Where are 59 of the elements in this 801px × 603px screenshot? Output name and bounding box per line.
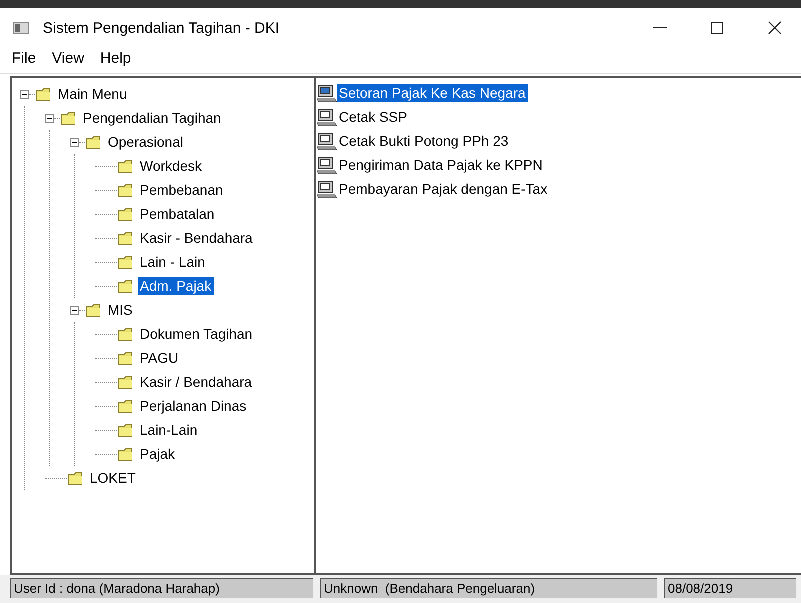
tree-item[interactable]: PAGU xyxy=(138,349,181,367)
window-title: Sistem Pengendalian Tagihan - DKI xyxy=(43,20,281,36)
menu-item[interactable]: View xyxy=(52,50,84,67)
folder-icon xyxy=(118,206,134,222)
collapse-icon[interactable] xyxy=(45,114,54,122)
tree-item[interactable]: Main Menu xyxy=(56,85,130,103)
list-item[interactable]: Pembayaran Pajak dengan E-Tax xyxy=(337,180,550,198)
computer-icon xyxy=(317,180,337,198)
folder-icon xyxy=(118,446,134,462)
tree-item[interactable]: Pajak xyxy=(138,445,178,463)
folder-icon xyxy=(118,278,134,294)
tree-item[interactable]: Pembebanan xyxy=(138,181,226,199)
tree-item[interactable]: Kasir / Bendahara xyxy=(138,373,254,391)
tree-item[interactable]: Pembatalan xyxy=(138,205,217,223)
menu-item[interactable]: File xyxy=(12,50,36,67)
folder-icon xyxy=(118,326,134,342)
tree-item[interactable]: MIS xyxy=(106,301,135,319)
folder-icon xyxy=(118,230,134,246)
folder-icon xyxy=(118,422,134,438)
list-item[interactable]: Pengiriman Data Pajak ke KPPN xyxy=(337,156,545,174)
folder-icon xyxy=(36,86,52,102)
list-item[interactable]: Cetak SSP xyxy=(337,108,410,126)
tree-item[interactable]: Perjalanan Dinas xyxy=(138,397,249,415)
computer-icon xyxy=(317,84,337,102)
folder-icon xyxy=(86,302,102,318)
status-panel: User Id : dona (Maradona Harahap) xyxy=(10,578,314,599)
folder-icon xyxy=(118,398,134,414)
tree-item[interactable]: LOKET xyxy=(88,469,138,487)
folder-icon xyxy=(118,182,134,198)
minimize-icon xyxy=(653,27,667,29)
maximize-icon xyxy=(709,20,725,36)
tree-item[interactable]: Operasional xyxy=(106,133,186,151)
computer-icon xyxy=(317,156,337,174)
folder-icon xyxy=(61,110,77,126)
status-panel: 08/08/2019 xyxy=(664,578,797,599)
folder-icon xyxy=(68,470,84,486)
status-panel: Unknown (Bendahara Pengeluaran) xyxy=(320,578,658,599)
folder-icon xyxy=(118,254,134,270)
folder-icon xyxy=(118,158,134,174)
computer-icon xyxy=(317,132,337,150)
collapse-icon[interactable] xyxy=(70,138,79,146)
tree-item[interactable]: Pengendalian Tagihan xyxy=(81,109,224,127)
collapse-icon[interactable] xyxy=(70,306,79,314)
list-item[interactable]: Cetak Bukti Potong PPh 23 xyxy=(337,132,511,150)
folder-icon xyxy=(118,350,134,366)
tree-item[interactable]: Adm. Pajak xyxy=(138,277,214,295)
list-item[interactable]: Setoran Pajak Ke Kas Negara xyxy=(337,84,528,102)
close-icon xyxy=(767,20,783,36)
collapse-icon[interactable] xyxy=(20,90,29,98)
tree-item[interactable]: Workdesk xyxy=(138,157,204,175)
folder-icon xyxy=(118,374,134,390)
tree-item[interactable]: Dokumen Tagihan xyxy=(138,325,255,343)
computer-icon xyxy=(317,108,337,126)
tree-item[interactable]: Lain - Lain xyxy=(138,253,208,271)
menu-item[interactable]: Help xyxy=(100,50,132,67)
tree-item[interactable]: Lain-Lain xyxy=(138,421,200,439)
tree-item[interactable]: Kasir - Bendahara xyxy=(138,229,255,247)
folder-icon xyxy=(86,134,102,150)
app-icon xyxy=(13,22,29,34)
